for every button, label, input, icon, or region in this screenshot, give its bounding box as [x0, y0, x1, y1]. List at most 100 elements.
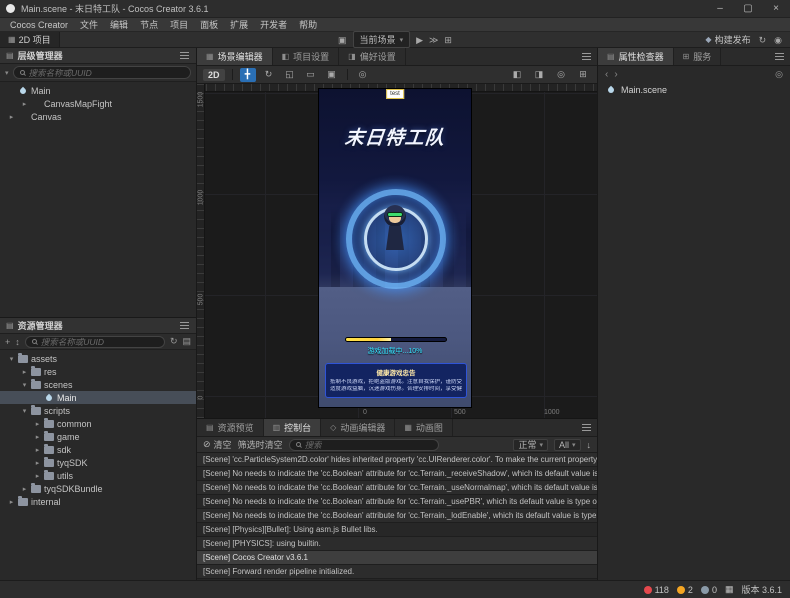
menu-item[interactable]: 项目: [164, 18, 194, 31]
pivot-toggle-icon[interactable]: ◎: [355, 68, 371, 82]
workspace-tab-2d-project[interactable]: ▦ 2D 项目: [0, 32, 60, 47]
close-button[interactable]: ×: [762, 0, 790, 17]
asset-node[interactable]: tyqSDK: [0, 456, 196, 469]
expand-arrow-icon[interactable]: [34, 472, 41, 480]
console-panel-tab[interactable]: ◇ 动画编辑器: [321, 419, 395, 436]
hierarchy-node[interactable]: Main: [0, 84, 196, 97]
console-log-row[interactable]: [Scene] Forward render pipeline initiali…: [197, 565, 597, 579]
hierarchy-search-input[interactable]: 搜索名称或UUID: [13, 66, 191, 79]
console-panel-tab[interactable]: ▤ 资源预览: [197, 419, 264, 436]
step-button[interactable]: ≫: [429, 33, 438, 47]
menu-item[interactable]: 编辑: [104, 18, 134, 31]
console-log-row[interactable]: [Scene] No needs to indicate the 'cc.Boo…: [197, 467, 597, 481]
hierarchy-menu-icon[interactable]: [178, 50, 190, 62]
scene-panel-tab[interactable]: ◧ 项目设置: [273, 48, 340, 65]
menu-item[interactable]: 节点: [134, 18, 164, 31]
scene-viewport[interactable]: 150010005000 05001000 末日特工队: [197, 84, 597, 418]
asset-node[interactable]: scenes: [0, 378, 196, 391]
build-publish-button[interactable]: ◆ 构建发布: [705, 33, 750, 46]
console-log-row[interactable]: [Scene] [Physics][Bullet]: Using asm.js …: [197, 523, 597, 537]
view-split-icon[interactable]: ◧: [509, 68, 525, 82]
clear-console-button[interactable]: ⊘ 清空: [203, 438, 232, 451]
expand-arrow-icon[interactable]: [21, 100, 28, 108]
refresh-icon[interactable]: ↻: [170, 336, 178, 347]
minimize-button[interactable]: –: [706, 0, 734, 17]
expand-arrow-icon[interactable]: [21, 485, 28, 493]
export-log-icon[interactable]: ↓: [587, 440, 592, 450]
collapse-all-icon[interactable]: ▤: [182, 336, 191, 347]
scene-panel-menu-icon[interactable]: [580, 51, 592, 63]
menu-item[interactable]: 帮助: [293, 18, 323, 31]
info-counter[interactable]: 0: [701, 585, 717, 595]
view-grid-icon[interactable]: ⊞: [575, 68, 591, 82]
expand-arrow-icon[interactable]: [34, 420, 41, 428]
asset-node[interactable]: tyqSDKBundle: [0, 482, 196, 495]
move-tool-icon[interactable]: ╋: [240, 68, 256, 82]
expand-arrow-icon[interactable]: [21, 368, 28, 376]
nav-back-icon[interactable]: ‹: [605, 69, 608, 80]
mode-2d-toggle[interactable]: 2D: [203, 69, 225, 81]
rotate-tool-icon[interactable]: ↻: [261, 68, 277, 82]
current-scene-dropdown[interactable]: 当前场景 ▾: [353, 31, 411, 48]
console-log-list[interactable]: [Scene] 'cc.ParticleSystem2D.color' hide…: [197, 453, 597, 580]
menu-item[interactable]: 开发者: [254, 18, 293, 31]
expand-arrow-icon[interactable]: [8, 498, 15, 506]
add-asset-button[interactable]: +: [5, 337, 10, 347]
assets-menu-icon[interactable]: [178, 320, 190, 332]
log-scope-dropdown[interactable]: All ▾: [554, 439, 581, 451]
hierarchy-node[interactable]: Canvas: [0, 110, 196, 123]
view-gizmo-settings-icon[interactable]: ◎: [553, 68, 569, 82]
console-search-input[interactable]: 搜索: [289, 439, 439, 451]
layout-icon[interactable]: ⊞: [444, 33, 452, 47]
assets-search-input[interactable]: 搜索名称或UUID: [25, 336, 165, 348]
sync-icon[interactable]: ↻: [759, 33, 767, 47]
asset-node[interactable]: scripts: [0, 404, 196, 417]
clear-on-filter-toggle[interactable]: 筛选时清空: [238, 438, 283, 451]
expand-arrow-icon[interactable]: [21, 381, 28, 389]
console-log-row[interactable]: [Scene] No needs to indicate the 'cc.Boo…: [197, 495, 597, 509]
console-log-row[interactable]: [Scene] [PHYSICS]: using builtin.: [197, 537, 597, 551]
console-panel-tab[interactable]: ▦ 动画图: [395, 419, 453, 436]
preview-device-icon[interactable]: ▣: [338, 33, 347, 47]
inspector-menu-icon[interactable]: [773, 51, 785, 63]
hierarchy-node[interactable]: CanvasMapFight: [0, 97, 196, 110]
console-log-row[interactable]: [Scene] No needs to indicate the 'cc.Boo…: [197, 509, 597, 523]
console-log-row[interactable]: [Scene] 'cc.ParticleSystem2D.color' hide…: [197, 453, 597, 467]
expand-arrow-icon[interactable]: [34, 459, 41, 467]
expand-arrow-icon[interactable]: [21, 407, 28, 415]
scene-panel-tab[interactable]: ◨ 偏好设置: [339, 48, 406, 65]
expand-arrow-icon[interactable]: [8, 355, 15, 363]
asset-node[interactable]: Main: [0, 391, 196, 404]
warning-counter[interactable]: 2: [677, 585, 693, 595]
expand-arrow-icon[interactable]: [34, 433, 41, 441]
asset-node[interactable]: assets: [0, 352, 196, 365]
console-panel-tab[interactable]: ▥ 控制台: [264, 419, 322, 436]
asset-node[interactable]: res: [0, 365, 196, 378]
asset-node[interactable]: game: [0, 430, 196, 443]
asset-node[interactable]: utils: [0, 469, 196, 482]
inspector-tab[interactable]: ▤ 属性检查器: [598, 48, 674, 65]
expand-arrow-icon[interactable]: [8, 113, 15, 121]
log-level-dropdown[interactable]: 正常 ▾: [513, 439, 548, 451]
hierarchy-filter-icon[interactable]: ▾: [5, 69, 9, 77]
console-menu-icon[interactable]: [580, 422, 592, 434]
asset-node[interactable]: sdk: [0, 443, 196, 456]
inspector-tab[interactable]: ⊞ 服务: [674, 48, 722, 65]
nav-forward-icon[interactable]: ›: [614, 69, 617, 80]
sort-icon[interactable]: ↕: [15, 337, 20, 347]
menu-item[interactable]: 面板: [194, 18, 224, 31]
maximize-button[interactable]: ▢: [734, 0, 762, 17]
asset-node[interactable]: internal: [0, 495, 196, 508]
play-button[interactable]: ▶: [416, 33, 423, 47]
game-preview-canvas[interactable]: 末日特工队 游戏加载中...10% 健康游戏忠告: [318, 88, 472, 408]
layout-grid-icon[interactable]: ▦: [725, 584, 734, 595]
scene-panel-tab[interactable]: ▦ 场景编辑器: [197, 48, 273, 65]
user-avatar-icon[interactable]: ◉: [774, 33, 782, 47]
gizmo-tool-icon[interactable]: ▣: [324, 68, 340, 82]
asset-node[interactable]: common: [0, 417, 196, 430]
console-log-row[interactable]: [Scene] Cocos Creator v3.6.1: [197, 551, 597, 565]
pin-icon[interactable]: ◎: [775, 69, 783, 80]
inspected-scene-row[interactable]: Main.scene: [598, 82, 790, 98]
view-layout-icon[interactable]: ◨: [531, 68, 547, 82]
rect-tool-icon[interactable]: ▭: [303, 68, 319, 82]
